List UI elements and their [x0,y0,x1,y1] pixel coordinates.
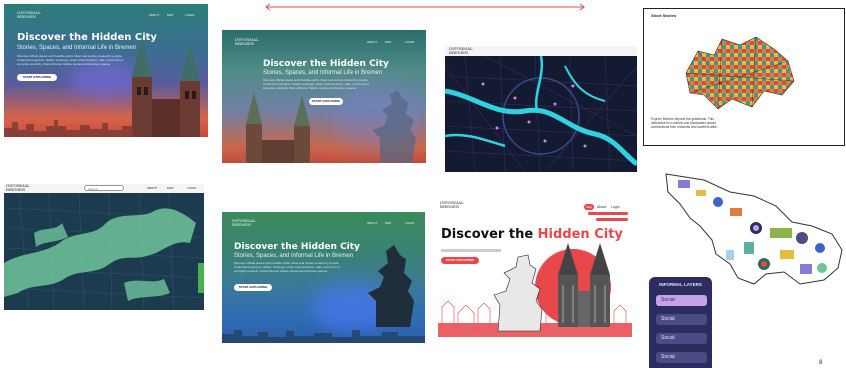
hero-title: Discover the Hidden City [234,242,360,252]
layer-toggle-social-3[interactable]: Social [656,333,707,344]
informal-layers-panel[interactable]: INFORMAL LAYERS Social Social Social Soc… [649,277,712,368]
red-hero-card[interactable]: INFORMAL BREMEN Map About Login Discover … [438,197,632,337]
short-stories-title: Short Stories [651,13,677,18]
map-search-input[interactable]: Search [84,185,124,191]
red-cathedral-illustration [438,243,632,337]
nav-map[interactable]: MAP [385,40,392,44]
city-skyline [4,120,134,137]
short-stories-caption: Explore Bremen beyond the guidebook. Thi… [651,117,718,129]
arrow-connector [265,3,585,11]
nav-about[interactable]: ABOUT [367,221,377,225]
nav-login[interactable]: LOGIN [405,221,414,225]
cathedral-illustration [132,37,200,137]
brand-logo[interactable]: INFORMAL BREMEN [17,11,41,19]
start-exploring-button[interactable]: START EXPLORING [234,284,272,291]
nav-login[interactable]: LOGIN [405,40,414,44]
layers-title: INFORMAL LAYERS [659,282,702,287]
hero-card-1[interactable]: INFORMAL BREMEN ABOUT MAP LOGIN Discover … [4,4,208,137]
dark-map-card[interactable]: INFORMAL BREMEN [445,46,637,172]
dark-city-map[interactable] [445,56,637,172]
hero-body: Discover official places and invisible p… [17,54,124,66]
brand-logo[interactable]: INFORMAL BREMEN [6,184,30,192]
hero-title: Discover the Hidden City [263,59,389,69]
layer-toggle-social-4[interactable]: Social [656,352,707,363]
nav-map[interactable]: MAP [167,13,174,17]
cathedral-illustration [246,92,310,163]
city-skyline [222,330,425,343]
green-city-map[interactable] [4,193,204,310]
brand-logo[interactable]: INFORMAL BREMEN [449,47,473,55]
nav-map-pill[interactable]: Map [584,204,594,210]
hero-card-3[interactable]: INFORMAL BREMEN ABOUT MAP LOGIN Discover … [222,212,425,343]
hero-body: Discover official places and invisible p… [234,261,341,273]
nav-about[interactable]: ABOUT [147,186,157,190]
short-stories-card[interactable]: Short Stories Explore Bremen beyond the … [643,8,845,146]
nav-about[interactable]: ABOUT [367,40,377,44]
nav-login[interactable]: LOGIN [185,13,194,17]
nav-about[interactable]: ABOUT [149,13,159,17]
start-exploring-button[interactable]: START EXPLORING [17,74,57,81]
page-number: 8 [819,360,823,366]
brand-logo[interactable]: INFORMAL BREMEN [235,38,259,46]
mosaic-district-map[interactable] [678,33,798,113]
layer-toggle-social-2[interactable]: Social [656,314,707,325]
nav-map[interactable]: MAP [385,221,392,225]
hero-subtitle: Stories, Spaces, and Informal Life in Br… [234,253,354,259]
hero-subtitle: Stories, Spaces, and Informal Life in Br… [17,45,137,51]
nav-map[interactable]: MAP [167,186,174,190]
layer-toggle-social-1[interactable]: Social [656,295,707,306]
hero-subtitle: Stories, Spaces, and Informal Life in Br… [263,70,383,76]
green-map-card[interactable]: INFORMAL BREMEN Search ABOUT MAP LOGIN [4,184,204,310]
nav-login[interactable]: LOGIN [187,186,196,190]
town-musicians-statue [372,90,416,163]
town-musicians-statue [368,245,414,327]
brand-logo[interactable]: INFORMAL BREMEN [440,201,464,209]
brand-logo[interactable]: INFORMAL BREMEN [232,219,256,227]
nav-about[interactable]: About [597,205,606,209]
hero-card-2[interactable]: INFORMAL BREMEN ABOUT MAP LOGIN Discover … [222,30,426,163]
nav-login[interactable]: Login [611,205,620,209]
